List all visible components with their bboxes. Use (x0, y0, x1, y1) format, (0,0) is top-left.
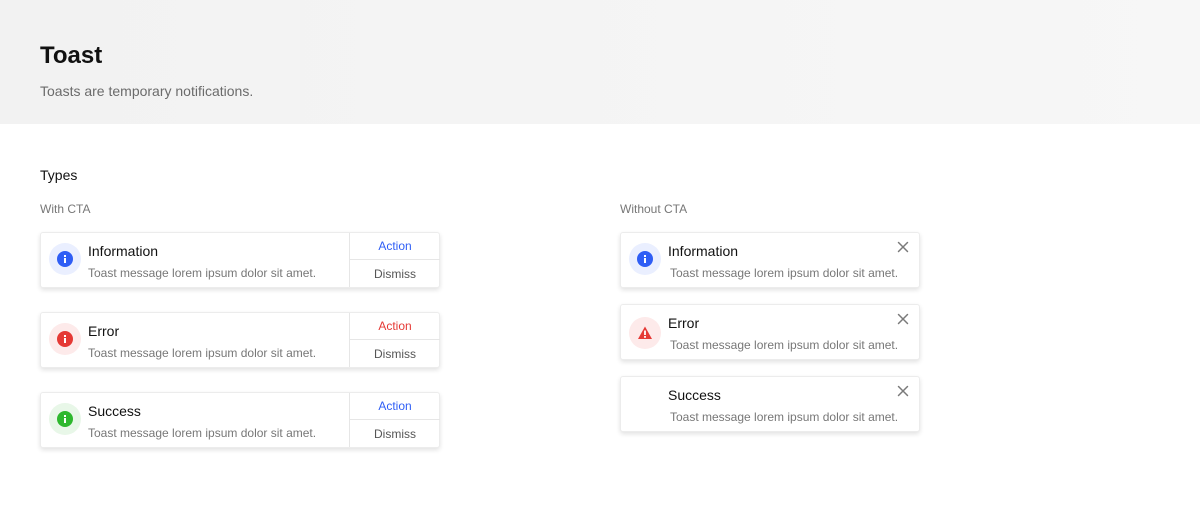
page-title: Toast (40, 42, 103, 69)
warning-icon (629, 317, 661, 349)
toast-error-cta: Error Toast message lorem ipsum dolor si… (40, 312, 440, 368)
action-button[interactable]: Action (350, 313, 440, 340)
dismiss-button[interactable]: Dismiss (350, 421, 440, 448)
success-icon (49, 403, 81, 435)
toast-message: Toast message lorem ipsum dolor sit amet… (670, 266, 899, 280)
close-icon[interactable] (895, 383, 911, 399)
action-button[interactable]: Action (350, 393, 440, 420)
toast-message: Toast message lorem ipsum dolor sit amet… (88, 266, 317, 280)
toast-title: Success (88, 403, 141, 419)
info-icon (49, 243, 81, 275)
toast-title: Error (88, 323, 120, 339)
toast-information: Information Toast message lorem ipsum do… (620, 232, 920, 288)
toast-success-cta: Success Toast message lorem ipsum dolor … (40, 392, 440, 448)
dismiss-button[interactable]: Dismiss (350, 341, 440, 368)
toast-title: Information (668, 243, 739, 259)
toast-success: Success Toast message lorem ipsum dolor … (620, 376, 920, 432)
toast-message: Toast message lorem ipsum dolor sit amet… (670, 338, 899, 352)
close-icon[interactable] (895, 239, 911, 255)
with-cta-label: With CTA (40, 202, 91, 216)
toast-message: Toast message lorem ipsum dolor sit amet… (88, 426, 317, 440)
page-subtitle: Toasts are temporary notifications. (40, 83, 254, 99)
action-button[interactable]: Action (350, 233, 440, 260)
error-icon (49, 323, 81, 355)
close-icon[interactable] (895, 311, 911, 327)
toast-message: Toast message lorem ipsum dolor sit amet… (88, 346, 317, 360)
dismiss-button[interactable]: Dismiss (350, 261, 440, 288)
page-header: Toast Toasts are temporary notifications… (0, 0, 1200, 124)
toast-cta: Action Dismiss (349, 313, 440, 368)
toast-cta: Action Dismiss (349, 393, 440, 448)
toast-information-cta: Information Toast message lorem ipsum do… (40, 232, 440, 288)
toast-error: Error Toast message lorem ipsum dolor si… (620, 304, 920, 360)
info-icon (629, 243, 661, 275)
toast-cta: Action Dismiss (349, 233, 440, 288)
toast-title: Success (668, 387, 721, 403)
toast-title: Information (88, 243, 159, 259)
section-title: Types (40, 167, 78, 183)
toast-title: Error (668, 315, 700, 331)
without-cta-label: Without CTA (620, 202, 688, 216)
toast-message: Toast message lorem ipsum dolor sit amet… (670, 410, 899, 424)
